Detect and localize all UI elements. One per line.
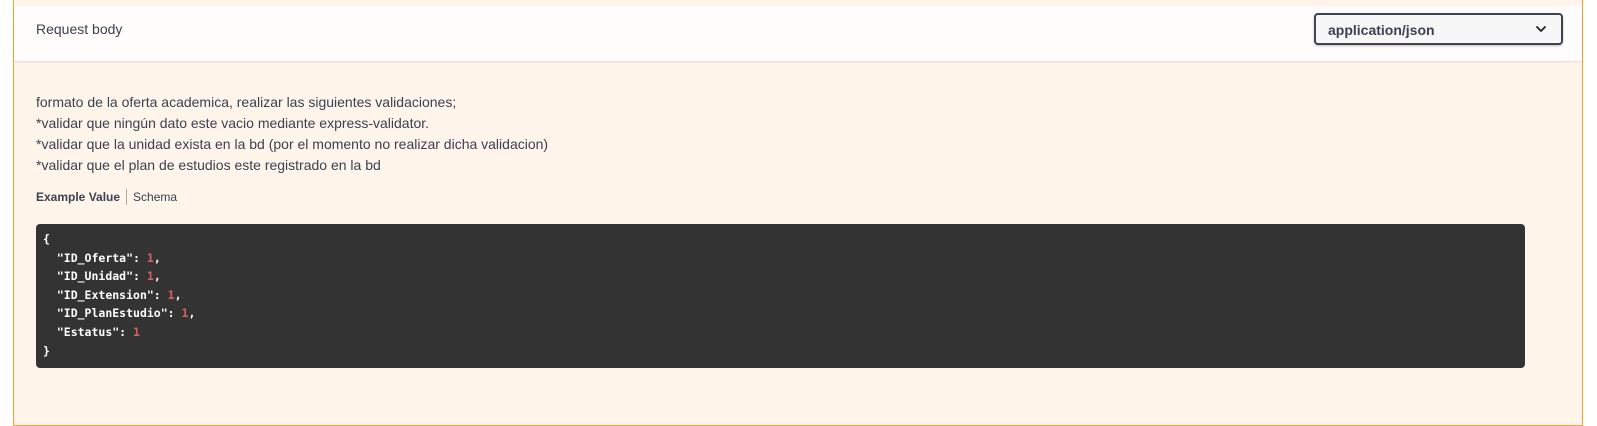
code-line: "ID_PlanEstudio": 1, <box>56 306 196 321</box>
description-line: *validar que el plan de estudios este re… <box>36 157 381 173</box>
request-body-title: Request body <box>36 21 123 37</box>
content-type-value: application/json <box>1328 22 1435 38</box>
json-value: 1 <box>146 269 154 284</box>
json-key: "ID_PlanEstudio" <box>56 306 168 321</box>
code-line: "ID_Extension": 1, <box>56 287 182 302</box>
description-line: *validar que ningún dato este vacio medi… <box>36 115 430 131</box>
json-separator: , <box>188 306 196 321</box>
json-separator: , <box>153 269 161 284</box>
description-line: formato de la oferta academica, realizar… <box>36 94 457 110</box>
json-value: 1 <box>167 287 175 302</box>
json-value: 1 <box>133 324 140 339</box>
request-body-header: Request body application/json <box>14 6 1582 61</box>
json-separator: , <box>174 287 182 302</box>
chevron-down-icon <box>1536 26 1546 32</box>
tab-schema[interactable]: Schema <box>127 190 183 204</box>
code-line: "ID_Oferta": 1, <box>56 250 161 265</box>
json-value: 1 <box>146 250 154 265</box>
json-key: "ID_Oferta" <box>56 250 134 265</box>
example-tabs: Example Value Schema <box>36 189 183 205</box>
example-code-block[interactable]: { "ID_Oferta": 1, "ID_Unidad": 1, "ID_Ex… <box>36 224 1525 368</box>
code-line: "ID_Unidad": 1, <box>56 269 161 284</box>
code-open-brace: { <box>43 232 50 246</box>
tab-divider <box>126 189 128 205</box>
content-type-select[interactable]: application/json <box>1314 13 1563 45</box>
json-key: "ID_Extension" <box>56 287 154 302</box>
json-key: "ID_Unidad" <box>56 269 134 284</box>
description-line: *validar que la unidad exista en la bd (… <box>36 136 549 152</box>
json-separator: , <box>153 250 161 265</box>
operation-panel: Request body application/json formato de… <box>13 0 1583 426</box>
code-close-brace: } <box>43 343 50 358</box>
request-body-description: formato de la oferta academica, realizar… <box>36 92 548 176</box>
json-key: "Estatus" <box>56 324 120 339</box>
code-line: "Estatus": 1 <box>56 324 140 339</box>
tab-example-value[interactable]: Example Value <box>36 190 126 204</box>
